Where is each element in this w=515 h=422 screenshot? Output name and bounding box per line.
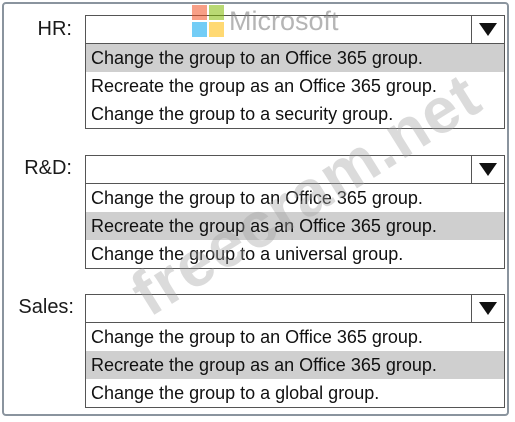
hr-dropdown-toggle[interactable] [471,16,504,43]
hr-option-3[interactable]: Change the group to a security group. [86,100,504,128]
sales-option-1[interactable]: Change the group to an Office 365 group. [86,323,504,351]
sales-option-2[interactable]: Recreate the group as an Office 365 grou… [86,351,504,379]
rnd-options-list: Change the group to an Office 365 group.… [85,184,505,269]
sales-dropdown-toggle[interactable] [471,295,504,322]
sales-label: Sales: [18,296,74,318]
triangle-down-icon [479,23,497,36]
sales-option-3[interactable]: Change the group to a global group. [86,379,504,407]
hr-option-1[interactable]: Change the group to an Office 365 group. [86,44,504,72]
hr-label: HR: [37,18,72,40]
hr-options-list: Change the group to an Office 365 group.… [85,44,505,129]
triangle-down-icon [479,163,497,176]
hr-select[interactable] [85,15,505,44]
sales-options-list: Change the group to an Office 365 group.… [85,323,505,408]
sales-select[interactable] [85,294,505,323]
rnd-option-3[interactable]: Change the group to a universal group. [86,240,504,268]
rnd-label: R&D: [24,157,72,179]
rnd-select[interactable] [85,155,505,184]
rnd-option-1[interactable]: Change the group to an Office 365 group. [86,184,504,212]
rnd-option-2[interactable]: Recreate the group as an Office 365 grou… [86,212,504,240]
rnd-dropdown-toggle[interactable] [471,156,504,183]
triangle-down-icon [479,302,497,315]
hr-option-2[interactable]: Recreate the group as an Office 365 grou… [86,72,504,100]
